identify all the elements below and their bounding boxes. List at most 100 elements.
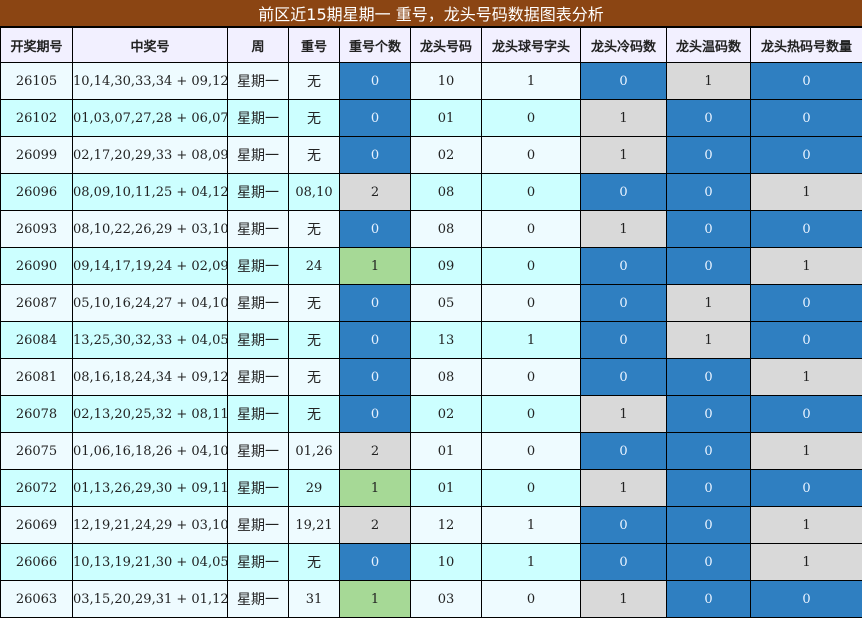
cell-repeat-count: 1: [339, 469, 411, 507]
table-row: 26078 02,13,20,25,32 + 08,11 星期一无 0 02 0 1 0 0: [0, 395, 862, 433]
cell-numbers: 01,03,07,27,28 + 06,07: [72, 99, 228, 137]
cell-issue: 26096: [0, 173, 73, 211]
cell-cold-count: 1: [580, 469, 667, 507]
cell-head-prefix: 0: [481, 395, 581, 433]
cell-head-prefix: 0: [481, 432, 581, 470]
cell-weekday: 星期一: [227, 543, 289, 581]
cell-repeat: 无: [288, 284, 340, 322]
cell-weekday: 星期一: [227, 506, 289, 544]
cell-issue: 26081: [0, 358, 73, 396]
cell-head-prefix: 0: [481, 358, 581, 396]
cell-warm-count: 0: [666, 136, 751, 174]
table-body: 26105 10,14,30,33,34 + 09,12 星期一无 0 10 1 0 1 0 26…: [0, 62, 862, 618]
cell-repeat: 31: [288, 580, 340, 618]
cell-warm-count: 0: [666, 99, 751, 137]
cell-numbers: 12,19,21,24,29 + 03,10: [72, 506, 228, 544]
cell-numbers: 13,25,30,32,33 + 04,05: [72, 321, 228, 359]
header-head-number: 龙头号码: [410, 27, 482, 63]
cell-issue: 26087: [0, 284, 73, 322]
cell-repeat-count: 0: [339, 99, 411, 137]
header-cold-count: 龙头冷码数: [580, 27, 667, 63]
table-row: 26087 05,10,16,24,27 + 04,10 星期一无 0 05 0 0 1 0: [0, 284, 862, 322]
cell-weekday: 星期一: [227, 62, 289, 100]
cell-repeat-count: 0: [339, 62, 411, 100]
table-header-row: 开奖期号 中奖号 周 重号 重号个数 龙头号码 龙头球号字头 龙头冷码数 龙头温…: [0, 27, 862, 63]
page-title: 前区近15期星期一 重号，龙头号码数据图表分析: [0, 0, 862, 27]
cell-hot-count: 0: [750, 284, 862, 322]
cell-repeat-count: 1: [339, 580, 411, 618]
cell-repeat: 无: [288, 395, 340, 433]
cell-issue: 26090: [0, 247, 73, 285]
cell-head-number: 01: [410, 469, 482, 507]
cell-repeat: 无: [288, 358, 340, 396]
cell-numbers: 09,14,17,19,24 + 02,09: [72, 247, 228, 285]
cell-numbers: 08,10,22,26,29 + 03,10: [72, 210, 228, 248]
cell-hot-count: 1: [750, 432, 862, 470]
header-numbers: 中奖号: [72, 27, 228, 63]
cell-numbers: 02,17,20,29,33 + 08,09: [72, 136, 228, 174]
header-head-prefix: 龙头球号字头: [481, 27, 581, 63]
cell-numbers: 03,15,20,29,31 + 01,12: [72, 580, 228, 618]
cell-warm-count: 0: [666, 580, 751, 618]
cell-head-prefix: 1: [481, 506, 581, 544]
cell-weekday: 星期一: [227, 432, 289, 470]
cell-repeat-count: 0: [339, 210, 411, 248]
cell-repeat: 无: [288, 99, 340, 137]
cell-cold-count: 1: [580, 136, 667, 174]
cell-head-prefix: 0: [481, 99, 581, 137]
cell-head-number: 08: [410, 358, 482, 396]
analysis-page: 前区近15期星期一 重号，龙头号码数据图表分析 开奖期号 中奖号 周 重号 重号…: [0, 0, 862, 618]
cell-repeat-count: 0: [339, 395, 411, 433]
cell-issue: 26063: [0, 580, 73, 618]
cell-weekday: 星期一: [227, 321, 289, 359]
cell-cold-count: 0: [580, 432, 667, 470]
cell-warm-count: 0: [666, 358, 751, 396]
table-row: 26084 13,25,30,32,33 + 04,05 星期一无 0 13 1 0 1 0: [0, 321, 862, 359]
cell-repeat-count: 0: [339, 136, 411, 174]
cell-repeat-count: 0: [339, 321, 411, 359]
cell-repeat: 无: [288, 210, 340, 248]
cell-warm-count: 0: [666, 506, 751, 544]
cell-numbers: 10,14,30,33,34 + 09,12: [72, 62, 228, 100]
cell-head-prefix: 0: [481, 284, 581, 322]
cell-head-prefix: 1: [481, 321, 581, 359]
cell-head-number: 09: [410, 247, 482, 285]
cell-head-prefix: 1: [481, 543, 581, 581]
cell-hot-count: 1: [750, 173, 862, 211]
cell-head-prefix: 0: [481, 210, 581, 248]
cell-numbers: 08,16,18,24,34 + 09,12: [72, 358, 228, 396]
cell-hot-count: 0: [750, 136, 862, 174]
cell-head-number: 02: [410, 395, 482, 433]
cell-warm-count: 0: [666, 432, 751, 470]
cell-repeat-count: 2: [339, 506, 411, 544]
table-row: 26090 09,14,17,19,24 + 02,09 星期一 24 1 09 0 0 0 1: [0, 247, 862, 285]
table-row: 26069 12,19,21,24,29 + 03,10 星期一 19,21 2 12 1 0…: [0, 506, 862, 544]
cell-repeat: 01,26: [288, 432, 340, 470]
cell-weekday: 星期一: [227, 395, 289, 433]
cell-hot-count: 0: [750, 395, 862, 433]
cell-head-prefix: 0: [481, 173, 581, 211]
cell-repeat: 无: [288, 543, 340, 581]
cell-cold-count: 1: [580, 580, 667, 618]
cell-head-number: 10: [410, 62, 482, 100]
table-row: 26093 08,10,22,26,29 + 03,10 星期一无 0 08 0 1 0 0: [0, 210, 862, 248]
cell-warm-count: 1: [666, 62, 751, 100]
cell-hot-count: 0: [750, 62, 862, 100]
cell-numbers: 05,10,16,24,27 + 04,10: [72, 284, 228, 322]
cell-warm-count: 1: [666, 284, 751, 322]
cell-weekday: 星期一: [227, 580, 289, 618]
cell-head-number: 10: [410, 543, 482, 581]
cell-head-prefix: 1: [481, 62, 581, 100]
cell-weekday: 星期一: [227, 247, 289, 285]
cell-issue: 26102: [0, 99, 73, 137]
cell-cold-count: 1: [580, 99, 667, 137]
cell-cold-count: 1: [580, 395, 667, 433]
cell-head-number: 08: [410, 210, 482, 248]
cell-head-prefix: 0: [481, 136, 581, 174]
cell-head-number: 05: [410, 284, 482, 322]
cell-repeat: 无: [288, 321, 340, 359]
cell-hot-count: 1: [750, 358, 862, 396]
cell-head-number: 01: [410, 99, 482, 137]
cell-head-number: 02: [410, 136, 482, 174]
header-weekday: 周: [227, 27, 289, 63]
